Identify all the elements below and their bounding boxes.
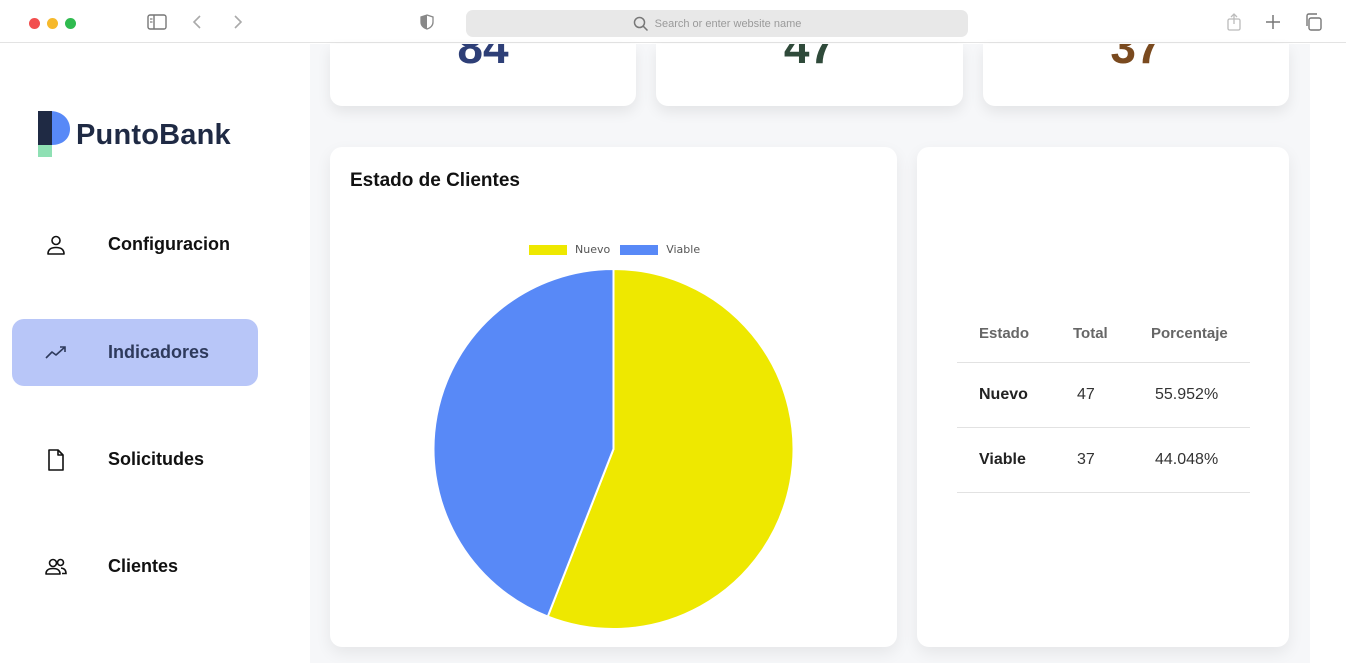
brand-logo[interactable]: PuntoBank bbox=[38, 111, 231, 159]
browser-toolbar: Search or enter website name bbox=[0, 0, 1346, 43]
brand-name: PuntoBank bbox=[76, 118, 231, 151]
sidebar-item-configuracion[interactable]: Configuracion bbox=[12, 211, 258, 278]
stat-value: 84 bbox=[457, 44, 509, 73]
stat-card-viable: 37 bbox=[983, 44, 1289, 106]
main-content: 84 47 37 Estado de Clientes Nuevo Viable… bbox=[310, 44, 1310, 663]
column-header: Porcentaje bbox=[1151, 325, 1228, 342]
sidebar-item-indicadores[interactable]: Indicadores bbox=[12, 319, 258, 386]
sidebar-item-solicitudes[interactable]: Solicitudes bbox=[12, 426, 258, 493]
table-cell-estado: Viable bbox=[979, 451, 1026, 468]
share-icon[interactable] bbox=[1224, 12, 1244, 32]
address-placeholder: Search or enter website name bbox=[654, 17, 802, 30]
status-table: Estado Total Porcentaje Nuevo 47 55.952%… bbox=[957, 305, 1250, 493]
page-right-margin bbox=[1310, 44, 1346, 663]
table-cell-total: 47 bbox=[1077, 386, 1095, 403]
pie-chart bbox=[432, 267, 795, 630]
sidebar: PuntoBank Configuracion Indicadores Soli… bbox=[0, 44, 310, 663]
puntobank-logo-icon bbox=[38, 111, 70, 157]
sidebar-item-label: Configuracion bbox=[108, 234, 230, 254]
users-icon bbox=[45, 558, 67, 575]
sidebar-item-clientes[interactable]: Clientes bbox=[12, 533, 258, 600]
tab-overview-icon[interactable] bbox=[1303, 12, 1323, 32]
table-cell-porcentaje: 44.048% bbox=[1155, 451, 1219, 468]
maximize-window-button[interactable] bbox=[65, 18, 76, 29]
file-icon bbox=[48, 449, 64, 471]
client-status-chart-card: Estado de Clientes Nuevo Viable bbox=[330, 147, 897, 647]
stat-value: 47 bbox=[783, 44, 836, 73]
table-header-row: Estado Total Porcentaje bbox=[957, 305, 1250, 363]
close-window-button[interactable] bbox=[29, 18, 40, 29]
stat-card-nuevo: 47 bbox=[656, 44, 963, 106]
new-tab-icon[interactable] bbox=[1263, 12, 1283, 32]
search-icon bbox=[633, 16, 648, 31]
sidebar-toggle-icon[interactable] bbox=[147, 12, 167, 32]
table-row: Viable 37 44.048% bbox=[957, 428, 1250, 493]
column-header: Estado bbox=[979, 325, 1030, 342]
privacy-shield-icon[interactable] bbox=[417, 12, 437, 32]
table-cell-total: 37 bbox=[1077, 451, 1095, 468]
trending-up-icon bbox=[45, 346, 66, 359]
stat-value: 37 bbox=[1110, 44, 1162, 73]
sidebar-item-label: Clientes bbox=[108, 556, 179, 576]
table-row: Nuevo 47 55.952% bbox=[957, 363, 1250, 428]
address-bar[interactable]: Search or enter website name bbox=[466, 10, 968, 37]
sidebar-item-label: Solicitudes bbox=[108, 449, 205, 469]
table-cell-estado: Nuevo bbox=[979, 386, 1028, 403]
stat-card-total: 84 bbox=[330, 44, 636, 106]
sidebar-item-label: Indicadores bbox=[108, 342, 210, 362]
back-icon[interactable] bbox=[187, 12, 207, 32]
client-status-table-card: Estado Total Porcentaje Nuevo 47 55.952%… bbox=[917, 147, 1289, 647]
minimize-window-button[interactable] bbox=[47, 18, 58, 29]
user-icon bbox=[47, 235, 65, 255]
table-cell-porcentaje: 55.952% bbox=[1155, 386, 1219, 403]
column-header: Total bbox=[1073, 325, 1108, 342]
forward-icon[interactable] bbox=[228, 12, 248, 32]
